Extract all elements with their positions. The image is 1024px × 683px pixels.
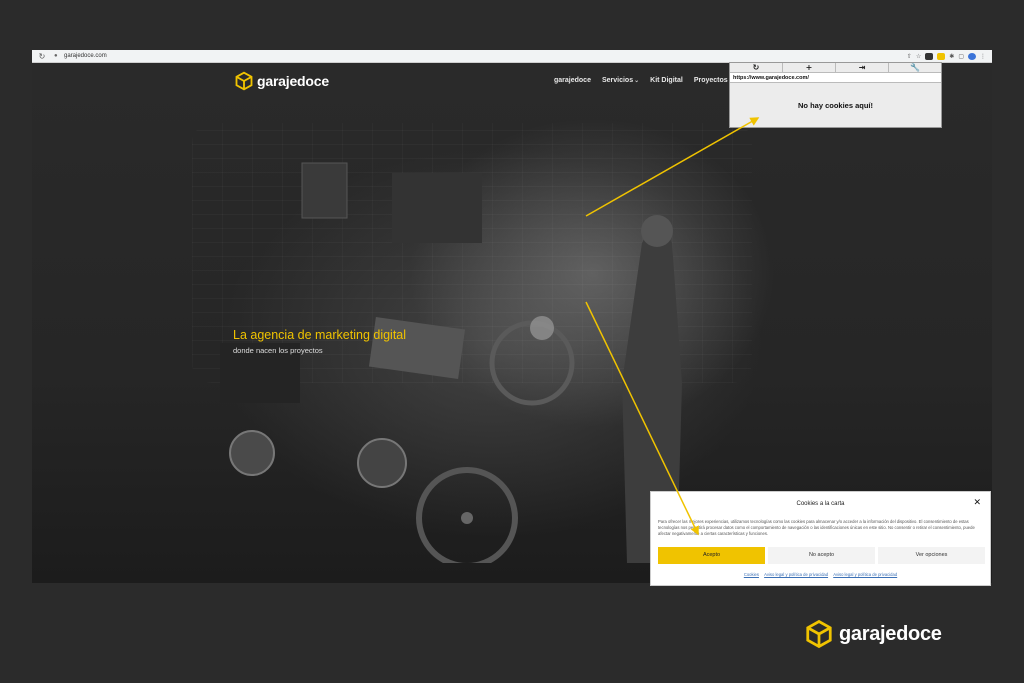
browser-extensions: ⇧ ☆ ✱ ▢ ⋮ — [907, 52, 986, 60]
plus-icon[interactable]: + — [783, 63, 836, 72]
no-cookies-message: No hay cookies aquí! — [797, 101, 874, 110]
cookie-extension-popup: ↻ + ⇥ 🔧 https://www.garajedoce.com/ No h… — [729, 62, 942, 128]
nav-item-proyectos[interactable]: Proyectos — [694, 77, 728, 84]
brand-footer-logo: garajedoce — [804, 619, 942, 649]
box-logo-icon — [806, 619, 832, 649]
cookie-consent-dialog: Cookies a la carta ✕ Para ofrecer las me… — [650, 491, 991, 586]
browser-url[interactable]: garajedoce.com — [64, 53, 907, 59]
popup-toolbar: ↻ + ⇥ 🔧 — [730, 63, 941, 73]
cookie-dialog-links: Cookies Aviso legal y política de privac… — [651, 572, 990, 577]
login-icon[interactable]: ⇥ — [836, 63, 889, 72]
brand-footer-text: garajedoce — [839, 622, 942, 645]
hero-subheadline: donde nacen los proyectos — [233, 346, 323, 355]
view-options-button[interactable]: Ver opciones — [878, 547, 985, 564]
hero-headline: La agencia de marketing digital — [233, 328, 407, 342]
close-icon[interactable]: ✕ — [973, 498, 981, 508]
main-nav: garajedoce Servicios⌄ Kit Digital Proyec… — [554, 77, 728, 84]
nav-item-servicios[interactable]: Servicios⌄ — [602, 77, 639, 84]
profile-avatar[interactable] — [968, 52, 976, 60]
box-logo-icon — [235, 71, 253, 91]
cookie-dialog-buttons: Acepto No acepto Ver opciones — [658, 547, 985, 564]
site-logo[interactable]: garajedoce — [234, 71, 329, 91]
extension-icon[interactable] — [937, 52, 946, 60]
share-icon[interactable]: ⇧ — [907, 53, 912, 60]
cookie-extension-icon[interactable] — [925, 52, 934, 60]
cookie-dialog-text: Para ofrecer las mejores experiencias, u… — [658, 519, 975, 536]
cookies-link[interactable]: Cookies — [744, 572, 759, 577]
nav-item-garajedoce[interactable]: garajedoce — [554, 77, 591, 84]
privacy-link-2[interactable]: Aviso legal y política de privacidad — [833, 572, 897, 577]
kebab-menu-icon[interactable]: ⋮ — [980, 53, 986, 60]
reject-button[interactable]: No acepto — [768, 547, 875, 564]
reload-icon[interactable]: ↻ — [36, 52, 48, 61]
cookie-dialog-title: Cookies a la carta — [796, 501, 845, 507]
accept-button[interactable]: Acepto — [658, 547, 765, 564]
wrench-icon[interactable]: 🔧 — [889, 63, 941, 72]
logo-text: garajedoce — [257, 73, 329, 89]
chevron-down-icon: ⌄ — [634, 78, 640, 84]
sidepanel-icon[interactable]: ▢ — [958, 53, 964, 60]
nav-item-kit-digital[interactable]: Kit Digital — [650, 77, 683, 84]
privacy-link[interactable]: Aviso legal y política de privacidad — [764, 572, 828, 577]
popup-url: https://www.garajedoce.com/ — [730, 73, 941, 83]
puzzle-icon[interactable]: ✱ — [949, 53, 954, 60]
nav-item-servicios-label: Servicios — [601, 77, 634, 84]
reload-icon[interactable]: ↻ — [730, 63, 783, 72]
lock-icon: ● — [54, 53, 58, 59]
star-icon[interactable]: ☆ — [916, 53, 921, 60]
